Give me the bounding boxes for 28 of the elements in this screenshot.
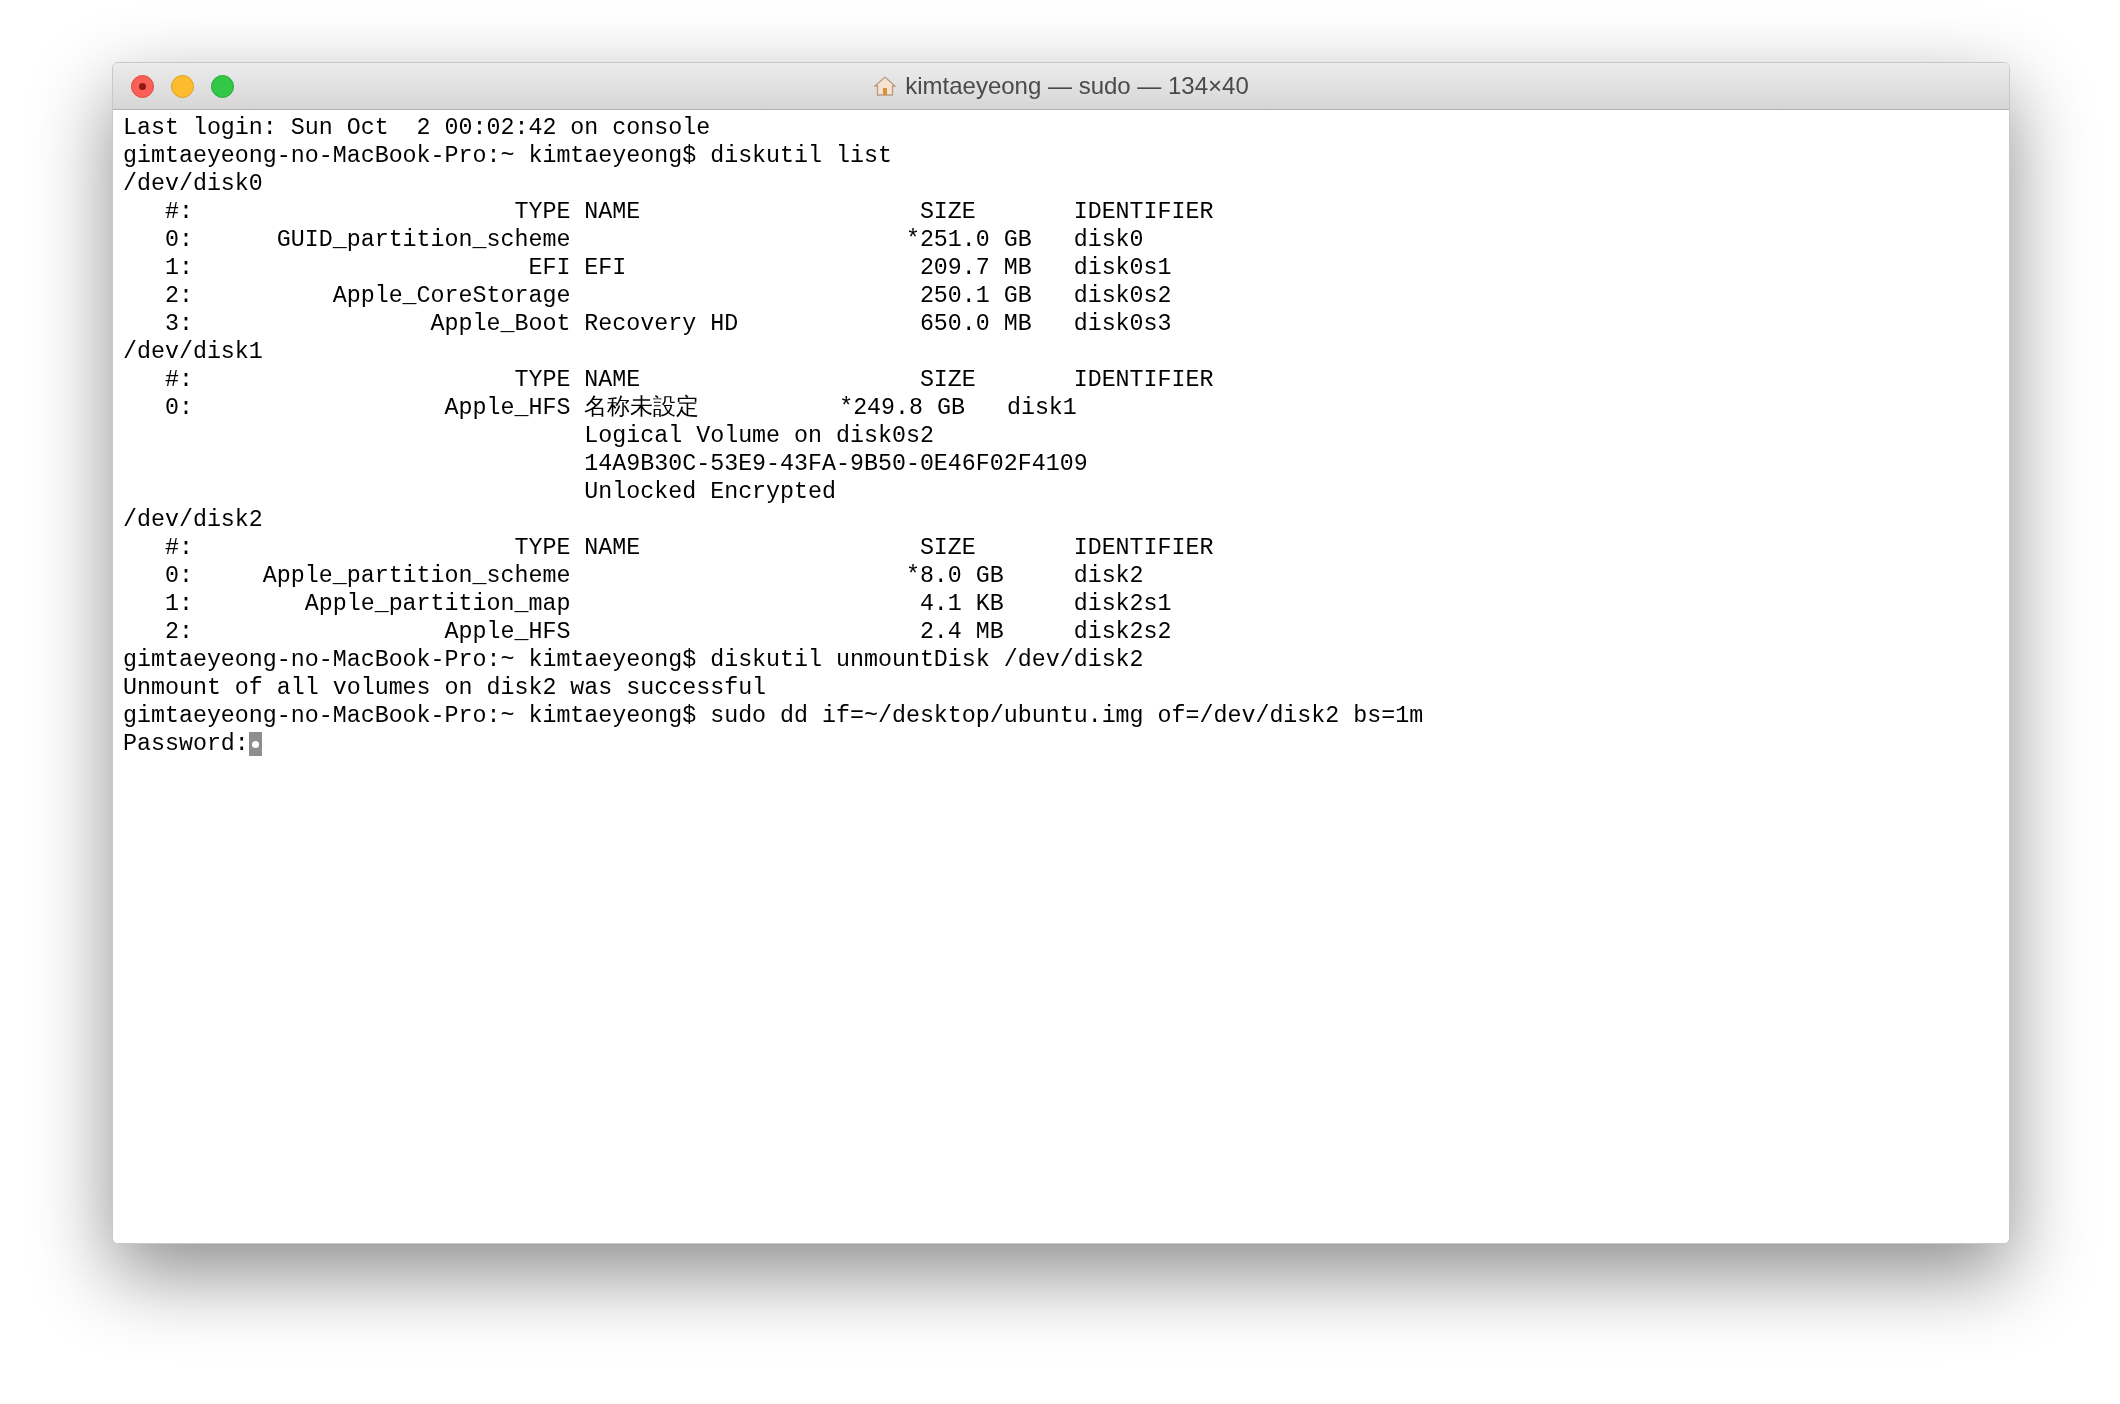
window-title: kimtaeyeong — sudo — 134×40 bbox=[905, 71, 1249, 101]
terminal-line: Unmount of all volumes on disk2 was successful bbox=[123, 675, 767, 701]
terminal-line: #: TYPE NAME SIZE IDENTIFIER bbox=[163, 367, 1214, 393]
close-button[interactable] bbox=[131, 75, 154, 98]
home-icon bbox=[873, 74, 898, 98]
terminal-line: Logical Volume on disk0s2 bbox=[583, 423, 934, 449]
terminal-line: 1: EFI EFI 209.7 MB disk0s1 bbox=[163, 255, 1172, 281]
terminal-line: /dev/disk1 bbox=[123, 339, 263, 365]
zoom-button[interactable] bbox=[211, 75, 234, 98]
terminal-line: gimtaeyeong-no-MacBook-Pro:~ kimtaeyeong$ diskutil unmountDisk /dev/disk2 bbox=[123, 647, 1144, 673]
terminal-line: /dev/disk0 bbox=[123, 171, 263, 197]
terminal-line: 2: Apple_HFS 2.4 MB disk2s2 bbox=[163, 619, 1172, 645]
terminal-line: Password: bbox=[123, 730, 249, 758]
terminal-line: gimtaeyeong-no-MacBook-Pro:~ kimtaeyeong$ sudo dd if=~/desktop/ubuntu.img of=/dev/disk2 bs=1m bbox=[123, 703, 1424, 729]
terminal-line: 0: Apple_partition_scheme *8.0 GB disk2 bbox=[163, 563, 1144, 589]
terminal-line: #: TYPE NAME SIZE IDENTIFIER bbox=[163, 535, 1214, 561]
terminal-line: 3: Apple_Boot Recovery HD 650.0 MB disk0s3 bbox=[163, 311, 1172, 337]
terminal-line: #: TYPE NAME SIZE IDENTIFIER bbox=[163, 199, 1214, 225]
terminal-line: 0: GUID_partition_scheme *251.0 GB disk0 bbox=[163, 227, 1144, 253]
terminal-line: Unlocked Encrypted bbox=[583, 479, 836, 505]
minimize-button[interactable] bbox=[171, 75, 194, 98]
terminal-line: 1: Apple_partition_map 4.1 KB disk2s1 bbox=[163, 591, 1172, 617]
terminal-line: 14A9B30C-53E9-43FA-9B50-0E46F02F4109 bbox=[583, 451, 1088, 477]
terminal-line: /dev/disk2 bbox=[123, 507, 263, 533]
terminal-line: Last login: Sun Oct 2 00:02:42 on console bbox=[123, 115, 711, 141]
terminal-line: 0: Apple_HFS 名称未設定 *249.8 GB disk1 bbox=[163, 395, 1077, 421]
terminal-line: gimtaeyeong-no-MacBook-Pro:~ kimtaeyeong$ diskutil list bbox=[123, 143, 892, 169]
terminal-line: 2: Apple_CoreStorage 250.1 GB disk0s2 bbox=[163, 283, 1172, 309]
